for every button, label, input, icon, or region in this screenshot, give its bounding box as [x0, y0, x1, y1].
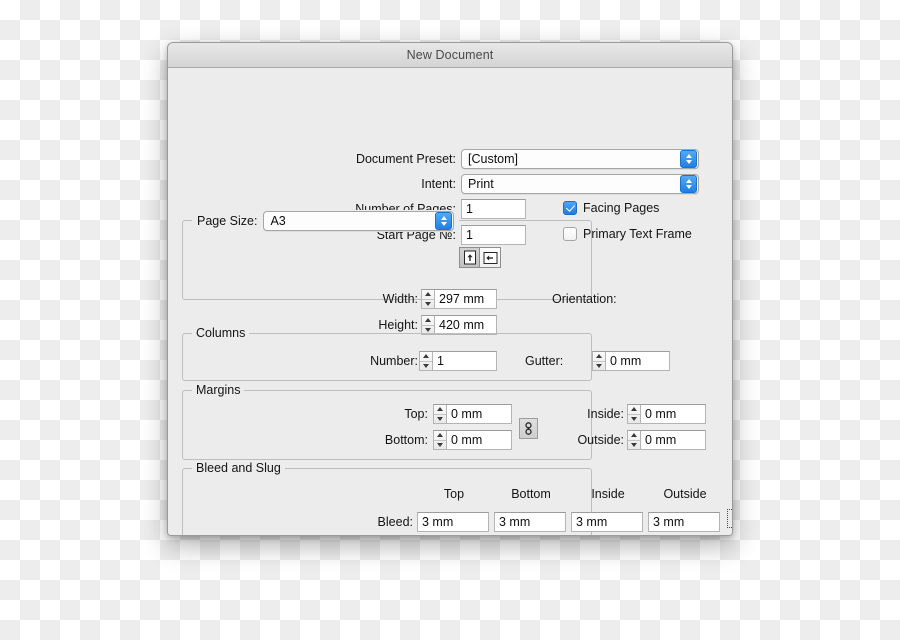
- page-size-group-header: Page Size: A3: [192, 210, 460, 232]
- stepper-arrows-icon[interactable]: [434, 431, 447, 449]
- intent-dropdown[interactable]: Print: [461, 174, 699, 194]
- chevron-updown-icon: [680, 175, 697, 193]
- dialog-content: Document Preset: [Custom] Intent: Print …: [168, 68, 733, 535]
- number-of-pages-value: 1: [466, 202, 473, 216]
- facing-pages-checkbox[interactable]: Facing Pages: [563, 201, 659, 215]
- bleed-col-header-bottom: Bottom: [511, 487, 551, 501]
- page-landscape-icon: [483, 251, 497, 264]
- dialog-titlebar[interactable]: New Document: [168, 43, 732, 68]
- bleed-bottom-value: 3 mm: [499, 515, 531, 529]
- bleed-col-header-outside: Outside: [663, 487, 707, 501]
- bleed-bottom-input[interactable]: 3 mm: [494, 512, 566, 532]
- checkbox-checked-icon: [563, 201, 577, 215]
- orientation-buttons: [459, 247, 501, 268]
- orientation-label: Orientation:: [552, 292, 617, 306]
- bleed-top-input[interactable]: 3 mm: [417, 512, 489, 532]
- bleed-col-header-inside: Inside: [591, 487, 625, 501]
- margin-inside-value: 0 mm: [645, 407, 677, 421]
- width-label: Width:: [382, 292, 418, 306]
- width-stepper[interactable]: 297 mm: [421, 289, 497, 309]
- chain-link-icon: [525, 422, 532, 435]
- bleed-top-value: 3 mm: [422, 515, 454, 529]
- columns-number-value: 1: [437, 354, 444, 368]
- margin-top-label: Top:: [404, 407, 428, 421]
- margins-link-button[interactable]: [519, 418, 538, 439]
- bleed-link-button[interactable]: [727, 509, 733, 528]
- primary-text-frame-label: Primary Text Frame: [583, 227, 692, 241]
- bleed-col-header-top: Top: [443, 487, 465, 501]
- height-stepper[interactable]: 420 mm: [421, 315, 497, 335]
- document-preset-dropdown[interactable]: [Custom]: [461, 149, 699, 169]
- margin-inside-label: Inside:: [587, 407, 624, 421]
- page-size-value: A3: [270, 214, 286, 228]
- intent-value: Print: [468, 177, 494, 191]
- bleed-outside-value: 3 mm: [653, 515, 685, 529]
- orientation-landscape-button[interactable]: [480, 247, 501, 268]
- page-size-group: Page Size: A3: [182, 210, 592, 300]
- page-size-dropdown[interactable]: A3: [263, 211, 455, 231]
- margin-top-value: 0 mm: [451, 407, 483, 421]
- margins-group-label: Margins: [192, 383, 245, 397]
- orientation-portrait-button[interactable]: [459, 247, 480, 268]
- bleed-and-slug-group-label: Bleed and Slug: [192, 461, 285, 475]
- columns-group-label: Columns: [192, 326, 250, 340]
- intent-label: Intent:: [421, 177, 456, 191]
- chevron-updown-icon: [435, 212, 453, 230]
- stepper-arrows-icon[interactable]: [422, 290, 435, 308]
- document-preset-value: [Custom]: [468, 152, 519, 166]
- number-of-pages-input[interactable]: 1: [461, 199, 526, 219]
- chevron-updown-icon: [680, 150, 697, 168]
- page-portrait-icon: [463, 250, 476, 265]
- columns-gutter-label: Gutter:: [525, 354, 564, 368]
- bleed-outside-input[interactable]: 3 mm: [648, 512, 720, 532]
- new-document-dialog: New Document Document Preset: [Custom] I…: [167, 42, 733, 536]
- stepper-arrows-icon[interactable]: [422, 316, 435, 334]
- height-value: 420 mm: [439, 318, 485, 332]
- stepper-arrows-icon[interactable]: [628, 405, 641, 423]
- columns-number-stepper[interactable]: 1: [419, 351, 497, 371]
- margin-bottom-value: 0 mm: [451, 433, 483, 447]
- margin-bottom-label: Bottom:: [384, 433, 428, 447]
- stepper-arrows-icon[interactable]: [434, 405, 447, 423]
- dialog-title: New Document: [406, 48, 494, 62]
- page-size-label: Page Size:: [197, 214, 258, 228]
- stepper-arrows-icon[interactable]: [628, 431, 641, 449]
- margin-outside-stepper[interactable]: 0 mm: [627, 430, 706, 450]
- margin-inside-stepper[interactable]: 0 mm: [627, 404, 706, 424]
- margin-top-stepper[interactable]: 0 mm: [433, 404, 512, 424]
- stepper-arrows-icon[interactable]: [420, 352, 433, 370]
- columns-gutter-value: 0 mm: [610, 354, 642, 368]
- height-label: Height:: [378, 318, 418, 332]
- bleed-row-label: Bleed:: [377, 515, 413, 529]
- bleed-inside-input[interactable]: 3 mm: [571, 512, 643, 532]
- margin-bottom-stepper[interactable]: 0 mm: [433, 430, 512, 450]
- document-preset-label: Document Preset:: [355, 152, 456, 166]
- margin-outside-label: Outside:: [577, 433, 624, 447]
- margin-outside-value: 0 mm: [645, 433, 677, 447]
- facing-pages-label: Facing Pages: [583, 201, 660, 215]
- bleed-inside-value: 3 mm: [576, 515, 608, 529]
- width-value: 297 mm: [439, 292, 485, 306]
- columns-number-label: Number:: [370, 354, 418, 368]
- stepper-arrows-icon[interactable]: [593, 352, 606, 370]
- chain-link-icon: [731, 512, 733, 525]
- columns-gutter-stepper[interactable]: 0 mm: [592, 351, 670, 371]
